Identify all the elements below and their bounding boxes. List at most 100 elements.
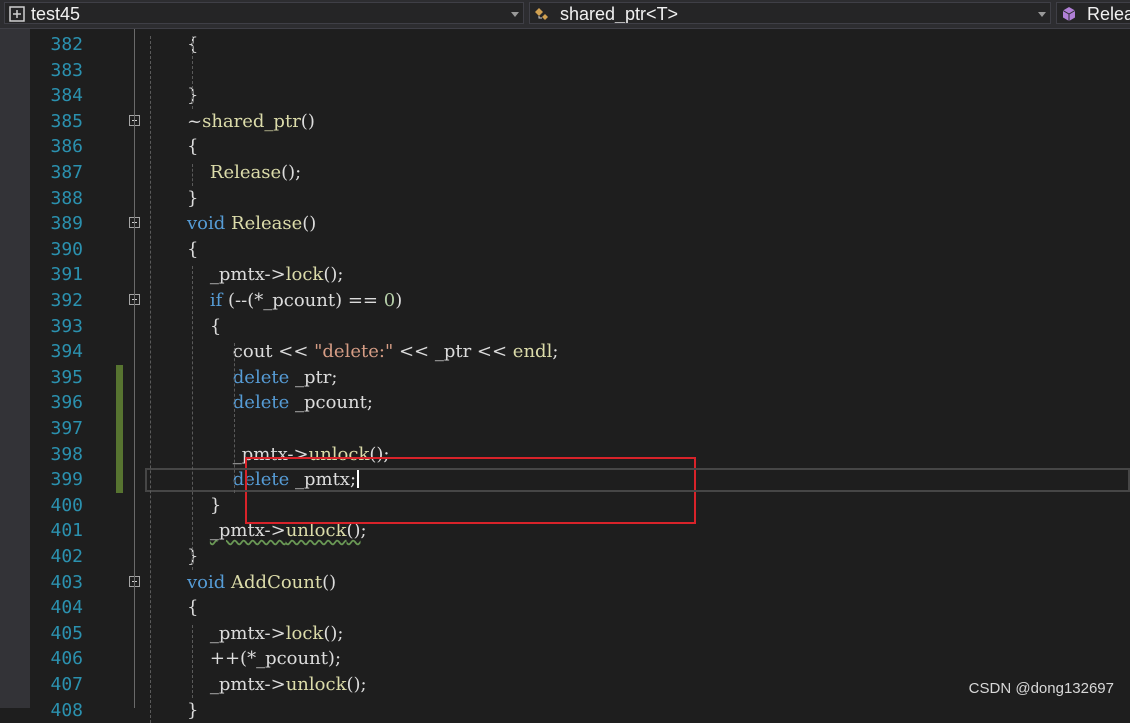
code-token: ; (552, 341, 559, 363)
code-line[interactable]: 396 delete _pcount; (0, 390, 1130, 416)
scope-label: shared_ptr<T> (560, 4, 679, 24)
code-token: () (300, 110, 315, 132)
code-token: "delete:" (314, 341, 394, 363)
code-text[interactable]: Release(); (187, 160, 301, 186)
code-text[interactable]: } (187, 186, 198, 212)
code-line[interactable]: 403 void AddCount() (0, 570, 1130, 596)
code-line[interactable]: 389 void Release() (0, 211, 1130, 237)
code-line[interactable]: 402} (0, 544, 1130, 570)
outline-guide (134, 29, 135, 708)
code-text[interactable]: void AddCount() (187, 570, 336, 596)
code-line[interactable]: 382{ (0, 32, 1130, 58)
code-line[interactable]: 408} (0, 698, 1130, 723)
code-text[interactable]: delete _ptr; (187, 365, 338, 391)
watermark: CSDN @dong132697 (968, 680, 1114, 697)
code-token: AddCount (231, 571, 323, 593)
code-text[interactable]: if (--(*_pcount) == 0) (187, 288, 402, 314)
project-icon (9, 6, 25, 22)
chevron-down-icon[interactable] (1038, 12, 1046, 17)
code-line[interactable]: 397 (0, 416, 1130, 442)
indent-guide (192, 164, 193, 186)
code-line[interactable]: 395 delete _ptr; (0, 365, 1130, 391)
code-token: delete (232, 366, 290, 388)
code-line[interactable]: 405 _pmtx->lock(); (0, 621, 1130, 647)
code-line[interactable]: 391 _pmtx->lock(); (0, 262, 1130, 288)
line-number: 390 (50, 238, 83, 260)
code-text[interactable]: ++(*_pcount); (187, 646, 341, 672)
code-text[interactable]: _pmtx->unlock(); (187, 672, 367, 698)
line-number: 395 (50, 366, 83, 388)
line-number: 388 (50, 187, 83, 209)
class-scope-icon (535, 8, 548, 20)
code-token: ++(*_pcount); (187, 648, 342, 670)
code-text[interactable]: } (187, 698, 198, 723)
code-text[interactable]: _pmtx->lock(); (187, 621, 344, 647)
project-dropdown[interactable]: test45 (4, 2, 524, 24)
change-indicator-bar (116, 416, 123, 442)
scope-dropdown[interactable]: shared_ptr<T> (529, 2, 1051, 24)
code-token: if (209, 290, 223, 311)
member-dropdown[interactable]: Release (1056, 2, 1130, 24)
line-number: 389 (50, 213, 83, 235)
line-number: 406 (50, 648, 83, 670)
line-number: 407 (50, 674, 83, 695)
code-token: { (187, 597, 199, 619)
indent-guide (192, 266, 193, 570)
code-text[interactable]: delete _pcount; (187, 390, 373, 416)
code-text[interactable]: { (187, 237, 198, 263)
code-line[interactable]: 386 { (0, 134, 1130, 160)
line-number: 383 (50, 59, 83, 81)
code-token: _pcount; (289, 392, 373, 414)
code-text[interactable]: ~shared_ptr() (187, 109, 315, 135)
code-token: << _ptr << (393, 341, 513, 363)
code-token: shared_ptr (202, 110, 301, 132)
code-text[interactable]: cout << "delete:" << _ptr << endl; (187, 339, 559, 365)
chevron-down-icon[interactable] (511, 12, 519, 17)
code-text[interactable]: { (187, 595, 198, 621)
code-line[interactable]: 393 { (0, 314, 1130, 340)
line-number: 397 (50, 418, 83, 439)
code-token: endl (512, 341, 553, 363)
line-number: 385 (50, 110, 83, 132)
code-line[interactable]: 388} (0, 186, 1130, 212)
code-text[interactable]: void Release() (187, 211, 316, 237)
navigation-bar: test45 shared_ptr<T> Release (0, 0, 1130, 29)
line-number: 401 (50, 520, 83, 542)
code-line[interactable]: 383 (0, 58, 1130, 84)
code-line[interactable]: 407 _pmtx->unlock(); (0, 672, 1130, 698)
line-number: 394 (50, 341, 83, 363)
code-text[interactable]: { (187, 134, 198, 160)
line-number: 398 (50, 443, 83, 465)
code-line[interactable]: 390 { (0, 237, 1130, 263)
code-text[interactable]: _pmtx->lock(); (187, 262, 344, 288)
code-token: () (302, 213, 317, 235)
code-line[interactable]: 404 { (0, 595, 1130, 621)
change-indicator-bar (116, 467, 123, 493)
code-line[interactable]: 394 cout << "delete:" << _ptr << endl; (0, 339, 1130, 365)
code-line[interactable]: 384} (0, 83, 1130, 109)
code-token: ) (395, 290, 403, 311)
code-editor[interactable]: 382{383 384} 385 ~shared_ptr() 386 {387 Relea… (0, 29, 1130, 723)
code-token: lock (285, 622, 324, 644)
change-indicator-bar (116, 364, 123, 391)
line-number: 399 (50, 469, 83, 491)
code-line[interactable]: 387 Release(); (0, 160, 1130, 186)
code-token: { (187, 238, 199, 260)
change-indicator-bar (116, 390, 123, 416)
code-token: } (187, 699, 199, 721)
code-token: (--(*_pcount) == (222, 290, 384, 311)
code-line[interactable]: 406 ++(*_pcount); (0, 646, 1130, 672)
code-token: } (187, 187, 199, 209)
code-token: _pmtx-> (187, 264, 286, 286)
code-token: unlock (285, 674, 347, 695)
line-number: 386 (50, 136, 83, 158)
line-number: 391 (50, 264, 83, 286)
code-line[interactable]: 385 ~shared_ptr() (0, 109, 1130, 135)
line-number: 387 (50, 162, 83, 183)
code-line[interactable]: 392 if (--(*_pcount) == 0) (0, 288, 1130, 314)
code-token: 0 (383, 290, 396, 311)
code-token: { (187, 136, 199, 158)
line-number: 393 (50, 315, 83, 337)
code-token: () (322, 571, 337, 593)
indent-guide (192, 36, 193, 109)
